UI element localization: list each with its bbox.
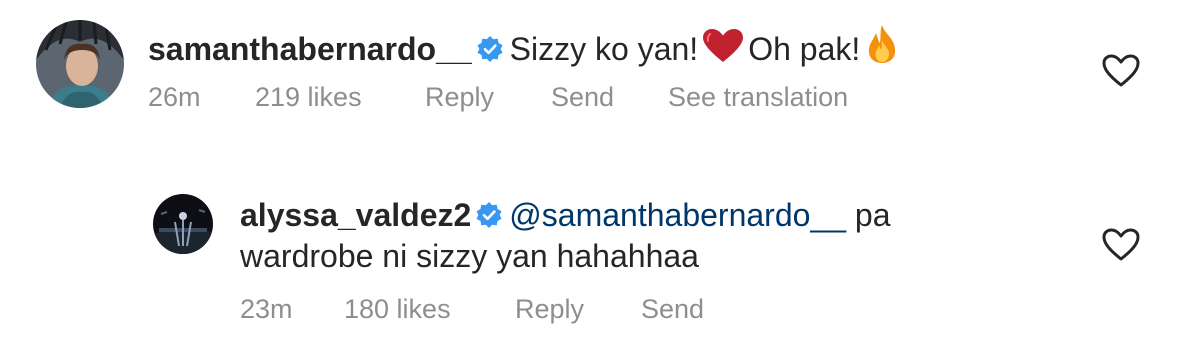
likes-count[interactable]: 219 likes bbox=[255, 80, 425, 114]
comment-text-part1: Sizzy ko yan! bbox=[509, 31, 699, 67]
like-heart-icon[interactable] bbox=[1102, 228, 1140, 262]
comment-username[interactable]: samanthabernardo__ bbox=[148, 31, 472, 67]
comment-timestamp: 23m bbox=[240, 294, 293, 324]
avatar[interactable] bbox=[36, 20, 124, 108]
comment-timestamp: 26m bbox=[148, 82, 201, 112]
profile-photo-icon bbox=[153, 194, 213, 254]
send-button[interactable]: Send bbox=[551, 80, 668, 114]
comment-text-part2: Oh pak! bbox=[748, 31, 861, 67]
comment-2: alyssa_valdez2 @samanthabernardo__ pa war… bbox=[0, 150, 1200, 344]
fire-icon bbox=[864, 24, 900, 73]
comment-text-line-1: alyssa_valdez2 @samanthabernardo__ pa bbox=[240, 195, 890, 238]
comment-text-rest: pa bbox=[854, 197, 891, 233]
comment-text-line-2: wardrobe ni sizzy yan hahahhaa bbox=[240, 236, 699, 276]
reply-button[interactable]: Reply bbox=[515, 292, 641, 326]
comment-text-line: samanthabernardo__ Sizzy ko yan! Oh pak! bbox=[148, 24, 904, 73]
verified-badge-icon bbox=[475, 198, 503, 238]
see-translation-button[interactable]: See translation bbox=[668, 80, 848, 114]
verified-badge-icon bbox=[476, 32, 504, 72]
comment-username[interactable]: alyssa_valdez2 bbox=[240, 197, 471, 233]
like-heart-icon[interactable] bbox=[1102, 54, 1140, 88]
send-button[interactable]: Send bbox=[641, 292, 704, 326]
comment-meta: 26m 219 likes Reply Send See translation bbox=[148, 80, 848, 114]
comment-1: samanthabernardo__ Sizzy ko yan! Oh pak! 2… bbox=[0, 0, 1200, 150]
likes-count[interactable]: 180 likes bbox=[344, 292, 515, 326]
red-heart-icon bbox=[702, 28, 744, 73]
comment-meta: 23m 180 likes Reply Send bbox=[240, 292, 704, 326]
reply-button[interactable]: Reply bbox=[425, 80, 551, 114]
comment-text-continued: wardrobe ni sizzy yan hahahhaa bbox=[240, 238, 699, 274]
profile-photo-icon bbox=[36, 20, 124, 108]
avatar[interactable] bbox=[153, 194, 213, 254]
mention-link[interactable]: @samanthabernardo__ bbox=[509, 197, 846, 233]
